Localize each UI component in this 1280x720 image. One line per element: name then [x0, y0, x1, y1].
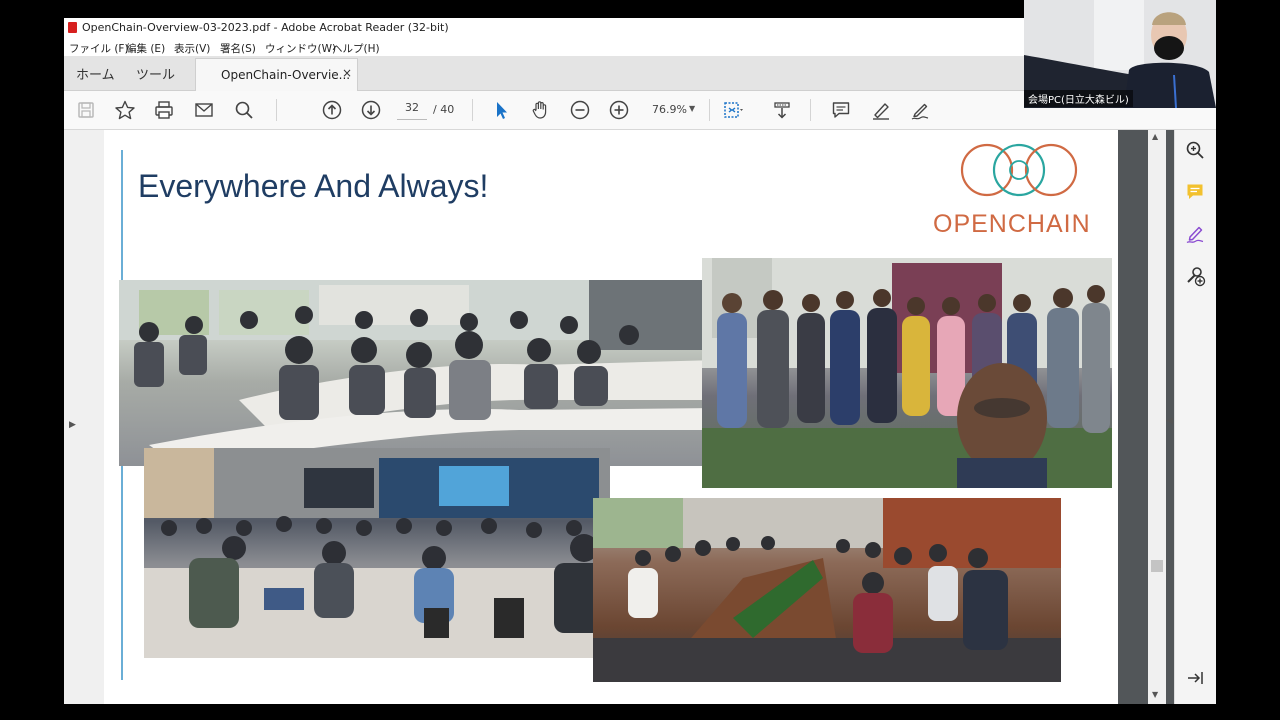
scroll-up-icon[interactable]: ▲ — [1152, 132, 1158, 141]
menu-view[interactable]: 表示(V) — [174, 41, 210, 56]
menu-help[interactable]: ヘルプ(H) — [332, 41, 380, 56]
hand-icon[interactable] — [528, 98, 552, 122]
photo-seminar-hall — [144, 448, 610, 658]
more-tools-icon[interactable] — [1183, 264, 1207, 288]
toolbar-divider — [810, 99, 811, 121]
document-viewport[interactable]: ▶ Everywhere And Always! OPENCHAIN ▲ ▼ ◀ — [64, 130, 1174, 704]
vertical-scrollbar[interactable]: ▲ ▼ — [1148, 130, 1166, 704]
menu-edit[interactable]: 編集 (E) — [126, 41, 165, 56]
comment-panel-icon[interactable] — [1183, 180, 1207, 204]
left-panel-collapsed: ▶ — [64, 130, 104, 704]
tab-document[interactable]: OpenChain-Overvie... × — [195, 58, 358, 91]
menu-file[interactable]: ファイル (F) — [69, 41, 129, 56]
page-number-input[interactable]: 32 — [397, 101, 427, 120]
webcam-participant-name: 会場PC(日立大森ビル) — [1024, 90, 1133, 107]
zoom-level[interactable]: 76.9% — [652, 103, 687, 116]
pdf-file-icon — [68, 22, 77, 33]
menu-window[interactable]: ウィンドウ(W) — [265, 41, 336, 56]
fill-sign-icon[interactable] — [1183, 222, 1207, 246]
slide-title: Everywhere And Always! — [138, 168, 489, 204]
mail-icon[interactable] — [192, 98, 216, 122]
save-icon[interactable] — [74, 98, 98, 122]
pdf-page: Everywhere And Always! OPENCHAIN — [104, 130, 1118, 704]
minus-circle-icon[interactable] — [568, 98, 592, 122]
webcam-video-tile: 会場PC(日立大森ビル) — [1024, 0, 1216, 108]
photo-group-event — [702, 258, 1112, 488]
acrobat-window: OpenChain-Overview-03-2023.pdf - Adobe A… — [64, 18, 1216, 704]
highlight-pen-icon[interactable] — [869, 98, 893, 122]
scrollbar-thumb[interactable] — [1151, 560, 1163, 572]
plus-circle-icon[interactable] — [607, 98, 631, 122]
page-count: / 40 — [433, 103, 455, 116]
openchain-logo-text: OPENCHAIN — [933, 210, 1091, 239]
comment-icon[interactable] — [829, 98, 853, 122]
arrow-down-circle-icon[interactable] — [359, 98, 383, 122]
photo-boardroom-meeting — [593, 498, 1061, 682]
document-tab-label: OpenChain-Overvie... — [221, 68, 351, 82]
scroll-down-icon[interactable]: ▼ — [1152, 690, 1158, 699]
photo-classroom-session — [119, 280, 717, 466]
window-title: OpenChain-Overview-03-2023.pdf - Adobe A… — [82, 21, 449, 34]
magnifier-icon[interactable] — [232, 98, 256, 122]
print-icon[interactable] — [152, 98, 176, 122]
toolbar-divider — [472, 99, 473, 121]
toolbar-divider — [709, 99, 710, 121]
arrow-up-circle-icon[interactable] — [320, 98, 344, 122]
toolbar-divider — [276, 99, 277, 121]
expand-left-panel-icon[interactable]: ▶ — [69, 420, 76, 430]
scroll-mode-icon[interactable] — [770, 98, 794, 122]
collapse-right-panel-icon[interactable]: ◀ — [1166, 416, 1173, 426]
zoom-search-icon[interactable] — [1183, 138, 1207, 162]
sign-icon[interactable] — [908, 98, 932, 122]
collapse-panel-icon[interactable] — [1183, 666, 1207, 690]
close-tab-button[interactable]: × — [342, 66, 352, 80]
openchain-wordmark: OPENCHAIN — [933, 210, 1091, 238]
right-tools-panel — [1174, 130, 1216, 704]
tab-tools[interactable]: ツール — [136, 64, 175, 83]
page-fit-icon[interactable] — [720, 98, 744, 122]
tab-home[interactable]: ホーム — [76, 64, 115, 83]
chevron-down-icon[interactable]: ▼ — [689, 104, 695, 113]
star-icon[interactable] — [113, 98, 137, 122]
cursor-icon[interactable] — [489, 98, 513, 122]
menu-sign[interactable]: 署名(S) — [220, 41, 256, 56]
